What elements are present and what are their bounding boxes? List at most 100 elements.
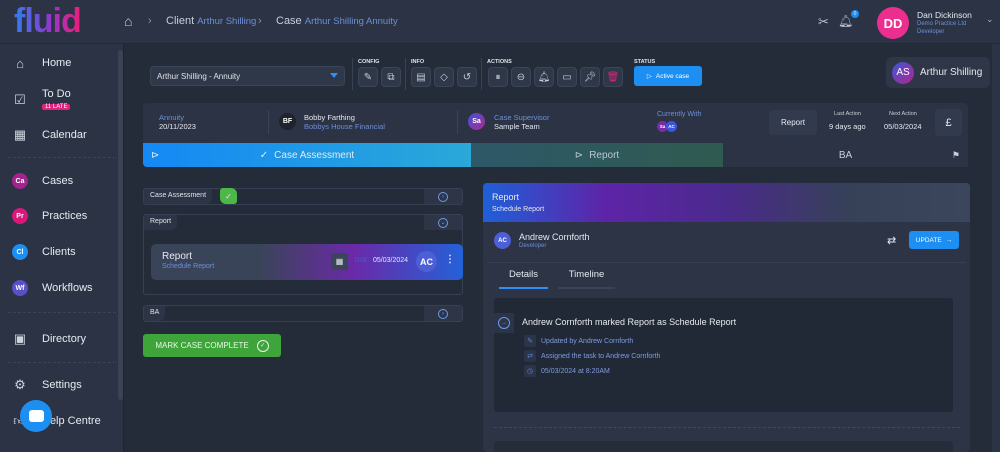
tag-icon[interactable]: ◇ [434,67,454,87]
sidebar-item-calendar[interactable]: ▦ Calendar [12,124,118,146]
section-label[interactable]: Report [144,215,178,230]
stage-button[interactable]: Report [769,110,817,135]
breadcrumb-label: Case [276,15,302,27]
practices-icon: Pr [12,208,28,224]
case-date: 20/11/2023 [159,122,196,131]
sidebar-item-cases[interactable]: Ca Cases [12,170,118,192]
archive-icon[interactable]: ▭ [557,67,577,87]
nav-label: Settings [42,379,82,391]
sidebar-item-settings[interactable]: ⚙ Settings [12,374,118,396]
panel-subtitle: Schedule Report [492,206,545,213]
notes-icon[interactable]: ▤ [411,67,431,87]
sidebar-item-clients[interactable]: Cl Clients [12,241,118,263]
nav-label: Practices [42,210,88,222]
stage-report[interactable]: ⊳ Report [471,143,723,167]
section-ba[interactable]: BA › [143,305,463,322]
config-label: CONFIG [358,59,380,65]
activity-line: ⇄ Assigned the task to Andrew Cornforth [524,350,660,362]
clients-icon: Cl [12,244,28,260]
check-circle-icon: ✓ [220,188,237,204]
stage-ba[interactable]: BA ⚑ [723,143,968,167]
contact-icon: ▣ [13,331,27,346]
chevron-down-icon[interactable]: ⌄ [986,14,994,25]
next-action-label: Next Action [889,111,917,117]
more-options-icon[interactable]: ⋮ [445,254,455,265]
client-name: Arthur Shilling [920,67,983,78]
workflow-icon[interactable]: ⧉ [381,67,401,87]
fees-button[interactable]: £ [935,109,962,136]
nav-label: Directory [42,333,87,345]
chevron-right-icon: › [438,308,448,319]
adviser-name[interactable]: Bobby Farthing [304,113,355,122]
pause-icon[interactable]: ⏸ [488,67,508,87]
activity-line: ✎ Updated by Andrew Cornforth [524,335,633,347]
current-avatar[interactable]: AC [666,121,677,132]
sidebar-scrollbar[interactable] [118,50,123,400]
nav-label: Calendar [42,129,87,141]
divider [8,157,116,158]
cases-icon: Ca [12,173,28,189]
case-type: Annuity [159,113,185,122]
sidebar-item-todo[interactable]: ☑ To Do 11 LATE [12,88,118,112]
task-subtitle: Schedule Report [162,263,215,270]
minus-circle-icon[interactable]: ⊖ [511,67,531,87]
arrow-right-icon: → [945,236,953,244]
chevron-right-icon: › [438,191,448,202]
activity-entry [494,441,953,452]
reassign-icon[interactable]: ⇄ [887,234,896,247]
line-text: 05/03/2024 at 8:20AM [541,367,610,375]
case-select[interactable]: Arthur Shilling - Annuity [150,66,345,86]
reassign-icon: ⇄ [524,350,536,362]
gear-icon: ⚙ [14,377,26,392]
page-scrollbar[interactable] [992,44,1000,452]
play-icon: ⊳ [151,149,160,161]
user-avatar[interactable]: DD [877,7,909,39]
late-badge: 11 LATE [42,104,71,110]
client-chip[interactable]: AS Arthur Shilling [886,57,990,88]
breadcrumb-client[interactable]: Client Arthur Shilling [166,15,256,27]
expand-button[interactable]: › [424,189,462,204]
last-action-value: 9 days ago [829,122,866,131]
edit-icon[interactable]: ✎ [358,67,378,87]
update-button[interactable]: UPDATE → [909,231,959,249]
top-header: fluid ⌂ › Client Arthur Shilling › Case … [0,0,1000,44]
check-circle-icon: ✓ [256,339,269,352]
stage-label: BA [838,149,853,161]
task-title: Report [162,251,193,262]
activity-headline: Andrew Cornforth marked Report as Schedu… [522,317,737,327]
tab-details[interactable]: Details [499,269,548,289]
sidebar-item-directory[interactable]: ▣ Directory [12,328,118,350]
adviser-company[interactable]: Bobbys House Financial [304,122,385,131]
home-icon[interactable]: ⌂ [124,13,132,29]
expand-button[interactable]: › [424,306,462,321]
active-case-button[interactable]: ▷ Active case [634,66,702,86]
stage-case-assessment[interactable]: ⊳ ✓ Case Assessment [143,143,471,167]
section-case-assessment[interactable]: Case Assessment ✓ › [143,188,463,205]
nav-label: Cases [42,175,74,187]
history-icon[interactable]: ↺ [457,67,477,87]
assignee-avatar[interactable]: AC [416,251,437,272]
divider [457,110,458,134]
sidebar-item-practices[interactable]: Pr Practices [12,205,118,227]
sidebar-item-workflows[interactable]: Wf Workflows [12,277,118,299]
calendar-icon[interactable]: ▦ [331,253,348,270]
tools-icon[interactable]: ✂ [818,14,829,30]
delete-icon[interactable]: 🗑︎ [603,67,623,87]
fluid-logo[interactable]: fluid [14,2,82,41]
chat-button[interactable] [20,400,52,432]
divider [8,312,116,313]
collapse-button[interactable]: ⌄ [424,215,462,230]
tab-timeline[interactable]: Timeline [558,269,615,289]
nav-label: Home [42,57,72,69]
nav-label: To Do [42,88,71,100]
breadcrumb-case[interactable]: Case Arthur Shilling Annuity [276,15,398,27]
sidebar-item-home[interactable]: ⌂ Home [12,52,118,74]
actions-label: ACTIONS [487,59,512,65]
mark-case-complete-button[interactable]: MARK CASE COMPLETE ✓ [143,334,281,357]
divider [487,262,966,263]
pin-icon[interactable]: 📌︎ [580,67,600,87]
clock-icon: ◷ [524,365,536,377]
bell-icon[interactable]: 🔔︎ [534,67,554,87]
task-card[interactable]: Report Schedule Report ▦ DUE: 05/03/2024… [151,244,463,280]
user-company: Demo Practice Ltd [917,21,967,27]
